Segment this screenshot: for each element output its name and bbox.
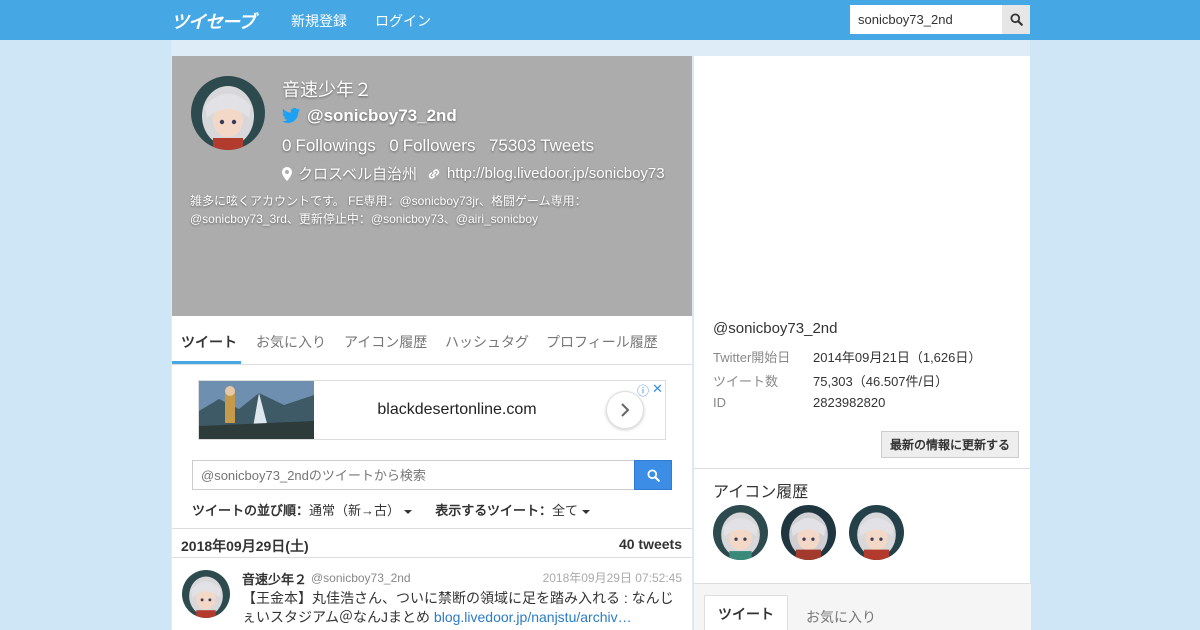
site-logo[interactable]: ツイセーブ xyxy=(171,8,256,33)
sort-order-label: ツイートの並び順： xyxy=(192,503,310,518)
divider xyxy=(694,468,1031,469)
search-icon xyxy=(646,468,660,482)
ad-close-icon[interactable]: ✕ xyxy=(652,381,663,397)
tab-profile-history[interactable]: プロフィール履歴 xyxy=(546,332,658,352)
link-icon xyxy=(428,168,440,179)
left-column: 音速少年２ @sonicboy73_2nd 0 Followings 0 Follo… xyxy=(172,56,692,630)
followers-count: 0 xyxy=(389,136,399,155)
sidebar-handle: @sonicboy73_2nd xyxy=(713,320,838,337)
sort-order-dropdown[interactable]: ツイートの並び順：通常（新→古） xyxy=(192,503,413,518)
sidebar-tab-tweets[interactable]: ツイート xyxy=(704,595,788,630)
icon-history-list xyxy=(713,505,904,560)
sidebar-row-tweet-count: ツイート数 75,303（46.507件/日） xyxy=(713,371,948,390)
chevron-right-icon xyxy=(621,403,630,417)
right-sidebar: @sonicboy73_2nd Twitter開始日 2014年09月21日（1,… xyxy=(693,56,1031,630)
followings-label[interactable]: Followings xyxy=(295,136,375,155)
login-link[interactable]: ログイン xyxy=(375,11,431,31)
tweet-text: 【王金本】丸佳浩さん、ついに禁断の領域に足を踏み入れる : なんじぇいスタジアム… xyxy=(242,589,682,627)
profile-handle: @sonicboy73_2nd xyxy=(282,106,457,126)
search-icon xyxy=(1009,13,1023,26)
tweet-link[interactable]: blog.livedoor.jp/nanjstu/archiv… xyxy=(434,609,632,625)
tweet-search-input[interactable] xyxy=(192,460,635,490)
followings-count: 0 xyxy=(282,136,292,155)
sidebar-row-id: ID 2823982820 xyxy=(713,395,885,410)
ad-info-icon[interactable]: ⓘ xyxy=(637,382,649,399)
profile-description: 雑多に呟くアカウントです。 FE専用：@sonicboy73jr、格闘ゲーム専用… xyxy=(190,194,587,226)
icon-history-title: アイコン履歴 xyxy=(713,484,809,501)
twitter-bird-icon xyxy=(282,108,301,123)
row-key: ID xyxy=(713,395,726,410)
row-key: Twitter開始日 xyxy=(713,350,791,365)
sort-row: ツイートの並び順：通常（新→古） 表示するツイート：全て xyxy=(192,500,591,519)
sort-order-value: 通常（新→古） xyxy=(309,503,401,518)
ad-text[interactable]: blackdesertonline.com xyxy=(314,401,600,419)
tab-icon-history[interactable]: アイコン履歴 xyxy=(344,332,427,352)
profile-stats: 0 Followings 0 Followers 75303 Tweets xyxy=(282,136,598,156)
tweet-avatar[interactable] xyxy=(182,570,230,618)
profile-url[interactable]: http://blog.livedoor.jp/sonicboy73 xyxy=(447,165,665,182)
profile-location: クロスベル自治州 xyxy=(298,166,417,183)
tweet-timestamp[interactable]: 2018年09月29日 07:52:45 xyxy=(543,569,682,586)
icon-history-item[interactable] xyxy=(849,505,904,560)
tab-hashtags[interactable]: ハッシュタグ xyxy=(445,332,529,352)
tweet-filter-label: 表示するツイート： xyxy=(435,503,553,518)
sidebar-tab-favorites[interactable]: お気に入り xyxy=(806,607,876,627)
caret-down-icon xyxy=(404,509,413,514)
profile-handle-text: @sonicboy73_2nd xyxy=(307,106,457,125)
icon-history-item[interactable] xyxy=(713,505,768,560)
tweet-item: 音速少年２ @sonicboy73_2nd 2018年09月29日 07:52:… xyxy=(172,558,692,630)
tweet-author-name[interactable]: 音速少年２ xyxy=(242,569,307,588)
tweets-count: 75303 xyxy=(488,136,537,155)
top-navbar: ツイセーブ 新規登録 ログイン xyxy=(0,0,1200,40)
row-key: ツイート数 xyxy=(713,374,779,389)
date-header-count: 40 tweets xyxy=(618,536,682,552)
update-info-button[interactable]: 最新の情報に更新する xyxy=(881,431,1019,458)
tweet-search-button[interactable] xyxy=(634,460,672,490)
profile-name: 音速少年２ xyxy=(282,80,372,100)
main-container: 音速少年２ @sonicboy73_2nd 0 Followings 0 Follo… xyxy=(171,40,1031,630)
tweets-label[interactable]: Tweets xyxy=(540,136,594,155)
tab-favorites[interactable]: お気に入り xyxy=(256,332,326,352)
caret-down-icon xyxy=(582,509,591,514)
avatar[interactable] xyxy=(191,76,265,150)
profile-tabs: ツイート お気に入り アイコン履歴 ハッシュタグ プロフィール履歴 xyxy=(172,316,692,365)
date-header: 2018年09月29日(土) 40 tweets xyxy=(172,528,692,558)
signup-link[interactable]: 新規登録 xyxy=(291,11,347,31)
row-value: 75,303（46.507件/日） xyxy=(813,374,949,389)
profile-header: 音速少年２ @sonicboy73_2nd 0 Followings 0 Follo… xyxy=(172,56,692,316)
tweet-author-handle[interactable]: @sonicboy73_2nd xyxy=(311,571,411,585)
icon-history-item[interactable] xyxy=(781,505,836,560)
header-search-button[interactable] xyxy=(1002,5,1030,34)
ad-banner[interactable]: blackdesertonline.com ⓘ ✕ xyxy=(198,380,666,440)
tweet-filter-dropdown[interactable]: 表示するツイート：全て xyxy=(435,503,591,518)
date-header-date: 2018年09月29日(土) xyxy=(181,538,309,554)
header-search xyxy=(850,5,1030,34)
ad-image xyxy=(199,381,314,439)
tweet-search xyxy=(192,460,672,490)
active-tab-indicator xyxy=(172,361,241,364)
sidebar-row-start-date: Twitter開始日 2014年09月21日（1,626日） xyxy=(713,347,981,366)
followers-label[interactable]: Followers xyxy=(403,136,476,155)
tab-tweets[interactable]: ツイート xyxy=(181,332,237,352)
sidebar-tabs: ツイート お気に入り xyxy=(694,583,1031,630)
profile-location-row: クロスベル自治州 http://blog.livedoor.jp/sonicbo… xyxy=(282,163,665,184)
row-value: 2823982820 xyxy=(813,395,886,410)
map-marker-icon xyxy=(282,166,292,181)
row-value: 2014年09月21日（1,626日） xyxy=(813,350,982,365)
tweet-filter-value: 全て xyxy=(552,503,579,518)
header-search-input[interactable] xyxy=(850,5,1002,34)
